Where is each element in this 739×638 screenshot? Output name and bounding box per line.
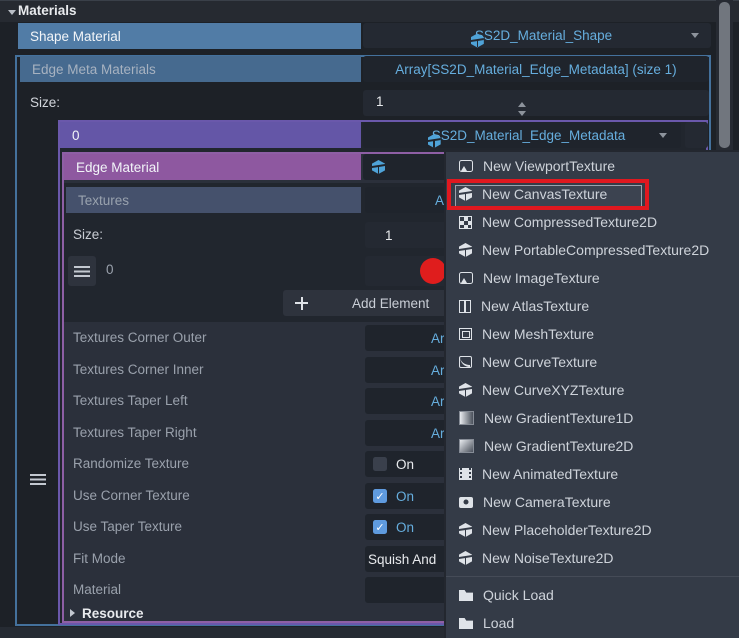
texture-preview-red bbox=[420, 258, 446, 284]
gradient-2d-icon bbox=[459, 439, 474, 453]
cube-icon bbox=[459, 383, 472, 397]
property-label: Material bbox=[73, 577, 121, 603]
texture-element-index: 0 bbox=[106, 262, 114, 277]
gradient-1d-icon bbox=[459, 411, 474, 425]
property-label: Use Corner Texture bbox=[73, 483, 190, 509]
element0-extra-button[interactable] bbox=[685, 122, 708, 148]
spinbox-updown-icon[interactable] bbox=[518, 102, 527, 116]
menu-item-new-animatedtexture[interactable]: New AnimatedTexture bbox=[446, 460, 739, 488]
materials-section-header[interactable]: Materials bbox=[0, 0, 739, 22]
add-element-button[interactable]: Add Element bbox=[283, 290, 455, 316]
edge-material-resource-button[interactable] bbox=[363, 154, 453, 180]
checkbox-checked[interactable] bbox=[373, 520, 387, 534]
film-icon bbox=[459, 468, 472, 480]
mesh-texture-icon bbox=[459, 328, 472, 340]
new-texture-dropdown-menu: New ViewportTexture New CanvasTexture Ne… bbox=[444, 150, 739, 638]
element0-resource-button[interactable]: SS2D_Material_Edge_Metadata bbox=[363, 122, 681, 148]
textures-label: Textures bbox=[66, 187, 361, 213]
menu-item-new-gradienttexture2d[interactable]: New GradientTexture2D bbox=[446, 432, 739, 460]
cube-icon bbox=[459, 243, 472, 257]
menu-item-new-atlastexture[interactable]: New AtlasTexture bbox=[446, 292, 739, 320]
array-size-label: Size: bbox=[30, 90, 60, 116]
menu-item-new-gradienttexture1d[interactable]: New GradientTexture1D bbox=[446, 404, 739, 432]
drag-handle-icon bbox=[74, 266, 90, 277]
menu-item-new-meshtexture[interactable]: New MeshTexture bbox=[446, 320, 739, 348]
cube-icon bbox=[459, 551, 472, 565]
collapse-chevron-icon bbox=[8, 10, 16, 15]
menu-item-new-compressedtexture2d[interactable]: New CompressedTexture2D bbox=[446, 208, 739, 236]
camera-icon bbox=[459, 497, 473, 508]
scrollbar-handle[interactable] bbox=[719, 2, 730, 148]
highlight-box bbox=[447, 179, 649, 210]
property-label: Textures Corner Outer bbox=[73, 325, 207, 351]
curve-texture-icon bbox=[459, 356, 472, 368]
checkbox-checked[interactable] bbox=[373, 489, 387, 503]
menu-item-load[interactable]: Load bbox=[446, 609, 739, 637]
compressed-texture-icon bbox=[459, 216, 472, 229]
menu-item-new-placeholdertexture2d[interactable]: New PlaceholderTexture2D bbox=[446, 516, 739, 544]
texture-element-drag-handle[interactable] bbox=[68, 256, 96, 286]
element0-drag-handle-icon[interactable] bbox=[30, 474, 46, 485]
menu-item-new-viewporttexture[interactable]: New ViewportTexture bbox=[446, 152, 739, 180]
resource-section-header[interactable]: Resource bbox=[64, 603, 444, 623]
plus-icon bbox=[295, 297, 308, 310]
property-label: Textures Taper Left bbox=[73, 388, 188, 414]
folder-icon bbox=[459, 589, 473, 601]
element0-index-label: 0 bbox=[60, 122, 361, 148]
edge-material-label: Edge Material bbox=[64, 154, 361, 180]
image-texture-icon bbox=[459, 272, 473, 284]
menu-item-new-portablecompressedtexture2d[interactable]: New PortableCompressedTexture2D bbox=[446, 236, 739, 264]
indent-guide bbox=[15, 55, 17, 626]
property-label: Textures Taper Right bbox=[73, 420, 197, 446]
folder-icon bbox=[459, 617, 473, 629]
edge-meta-materials-value-button[interactable]: Array[SS2D_Material_Edge_Metadata] (size… bbox=[363, 56, 709, 82]
edge-meta-materials-label: Edge Meta Materials bbox=[20, 56, 361, 82]
cube-icon bbox=[459, 523, 472, 537]
inspector-panel: Materials Shape Material SS2D_Material_S… bbox=[0, 0, 739, 638]
menu-item-quick-load[interactable]: Quick Load bbox=[446, 581, 739, 609]
section-title: Materials bbox=[18, 3, 77, 18]
menu-separator bbox=[446, 576, 739, 577]
menu-item-new-curvetexture[interactable]: New CurveTexture bbox=[446, 348, 739, 376]
checkbox-unchecked[interactable] bbox=[373, 457, 387, 471]
atlas-texture-icon bbox=[459, 300, 471, 313]
shape-material-value-button[interactable]: SS2D_Material_Shape bbox=[363, 23, 711, 48]
menu-item-new-imagetexture[interactable]: New ImageTexture bbox=[446, 264, 739, 292]
menu-item-new-curvexyztexture[interactable]: New CurveXYZTexture bbox=[446, 376, 739, 404]
resource-cube-icon bbox=[372, 160, 385, 174]
property-label: Use Taper Texture bbox=[73, 514, 182, 540]
chevron-down-icon bbox=[691, 33, 699, 38]
menu-item-new-noisetexture2d[interactable]: New NoiseTexture2D bbox=[446, 544, 739, 572]
textures-size-label: Size: bbox=[73, 222, 103, 248]
property-label: Fit Mode bbox=[73, 546, 126, 572]
property-label: Randomize Texture bbox=[73, 451, 189, 477]
expand-chevron-icon bbox=[70, 609, 75, 617]
shape-material-label: Shape Material bbox=[18, 23, 361, 49]
chevron-down-icon bbox=[659, 133, 667, 138]
menu-item-new-cameratexture[interactable]: New CameraTexture bbox=[446, 488, 739, 516]
array-size-spinbox[interactable]: 1 bbox=[363, 90, 709, 116]
viewport-texture-icon bbox=[459, 160, 473, 172]
property-label: Textures Corner Inner bbox=[73, 357, 204, 383]
